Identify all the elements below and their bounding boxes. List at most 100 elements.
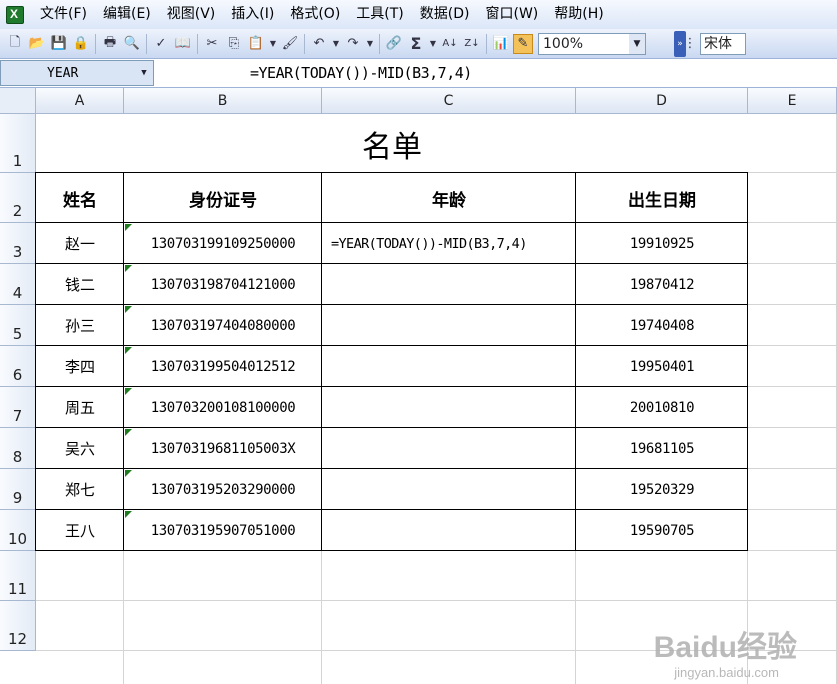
chevron-down-icon[interactable]: ▼ [629, 33, 645, 54]
name-cell[interactable]: 郑七 [36, 469, 124, 510]
menu-edit[interactable]: 编辑(E) [95, 0, 159, 29]
research-icon[interactable]: 📖 [173, 34, 193, 54]
hyperlink-icon[interactable]: 🔗 [384, 34, 404, 54]
menu-help[interactable]: 帮助(H) [546, 0, 611, 29]
formula-bar: YEAR ▼ =YEAR(TODAY())-MID(B3,7,4) [0, 59, 837, 88]
menu-file[interactable]: 文件(F) [32, 0, 95, 29]
save-icon[interactable]: 💾 [49, 34, 69, 54]
open-icon[interactable]: 📂 [27, 34, 47, 54]
menu-data[interactable]: 数据(D) [412, 0, 478, 29]
age-header[interactable]: 年龄 [322, 173, 576, 223]
id-number-cell[interactable]: 130703200108100000 [124, 387, 322, 428]
id-number-cell[interactable]: 130703199109250000 [124, 223, 322, 264]
column-header-b[interactable]: B [124, 88, 322, 114]
new-icon[interactable]: 🗋 [5, 34, 25, 54]
menu-tools[interactable]: 工具(T) [348, 0, 411, 29]
column-header-c[interactable]: C [322, 88, 576, 114]
id-number-cell[interactable]: 130703197404080000 [124, 305, 322, 346]
row-header-11[interactable]: 11 [0, 551, 36, 601]
select-all-corner[interactable] [0, 88, 36, 114]
birth-date-cell[interactable]: 20010810 [576, 387, 748, 428]
paste-dropdown-icon[interactable]: ▼ [268, 34, 278, 54]
format-painter-icon[interactable]: 🖌 [280, 34, 300, 54]
name-cell[interactable]: 李四 [36, 346, 124, 387]
column-header-a[interactable]: A [36, 88, 124, 114]
name-header[interactable]: 姓名 [36, 173, 124, 223]
birth-date-cell[interactable]: 19681105 [576, 428, 748, 469]
sort-ascending-icon[interactable]: A↓ [440, 34, 460, 54]
age-cell[interactable] [322, 387, 576, 428]
chart-wizard-icon[interactable]: 📊 [491, 34, 511, 54]
id-number-cell[interactable]: 130703195203290000 [124, 469, 322, 510]
age-cell[interactable] [322, 428, 576, 469]
row-header-5[interactable]: 5 [0, 305, 36, 346]
row-header-7[interactable]: 7 [0, 387, 36, 428]
autosum-dropdown-icon[interactable]: ▼ [428, 34, 438, 54]
id-number-cell[interactable]: 130703195907051000 [124, 510, 322, 551]
excel-app-icon[interactable] [6, 5, 24, 24]
autosum-icon[interactable]: Σ [406, 34, 426, 54]
row-header-6[interactable]: 6 [0, 346, 36, 387]
name-cell[interactable]: 钱二 [36, 264, 124, 305]
text-number-indicator [125, 306, 132, 313]
name-cell[interactable]: 吴六 [36, 428, 124, 469]
row-header-2[interactable]: 2 [0, 173, 36, 223]
age-cell[interactable] [322, 305, 576, 346]
name-cell[interactable]: 赵一 [36, 223, 124, 264]
row-header-1[interactable]: 1 [0, 114, 36, 173]
redo-icon[interactable]: ↷ [343, 34, 363, 54]
paste-icon[interactable]: 📋 [246, 34, 266, 54]
undo-dropdown-icon[interactable]: ▼ [331, 34, 341, 54]
row-header-3[interactable]: 3 [0, 223, 36, 264]
id-number-cell[interactable]: 13070319681105003X [124, 428, 322, 469]
birth-date-cell[interactable]: 19590705 [576, 510, 748, 551]
age-cell[interactable] [322, 264, 576, 305]
birth-date-cell[interactable]: 19950401 [576, 346, 748, 387]
menu-insert[interactable]: 插入(I) [223, 0, 282, 29]
birth-date-cell[interactable]: 19520329 [576, 469, 748, 510]
row-header-12[interactable]: 12 [0, 601, 36, 651]
age-cell[interactable] [322, 346, 576, 387]
menu-window[interactable]: 窗口(W) [478, 0, 547, 29]
birth-date-cell[interactable]: 19910925 [576, 223, 748, 264]
name-cell[interactable]: 周五 [36, 387, 124, 428]
age-cell[interactable] [322, 510, 576, 551]
table-border [35, 345, 748, 346]
spelling-icon[interactable]: ✓ [151, 34, 171, 54]
birth-date-cell[interactable]: 19740408 [576, 305, 748, 346]
id-number-cell[interactable]: 130703199504012512 [124, 346, 322, 387]
chevron-down-icon[interactable]: ▼ [135, 61, 153, 85]
menu-view[interactable]: 视图(V) [159, 0, 224, 29]
cut-icon[interactable]: ✂ [202, 34, 222, 54]
name-box[interactable]: YEAR ▼ [0, 60, 154, 86]
row-header-9[interactable]: 9 [0, 469, 36, 510]
birth-header[interactable]: 出生日期 [576, 173, 748, 223]
formula-input[interactable]: =YEAR(TODAY())-MID(B3,7,4) [250, 64, 472, 82]
row-header-10[interactable]: 10 [0, 510, 36, 551]
sheet-title[interactable]: 名单 [36, 114, 748, 173]
redo-dropdown-icon[interactable]: ▼ [365, 34, 375, 54]
row-header-8[interactable]: 8 [0, 428, 36, 469]
font-name-select[interactable]: 宋体 [700, 32, 746, 55]
zoom-value: 100% [543, 35, 584, 52]
id-number-cell[interactable]: 130703198704121000 [124, 264, 322, 305]
undo-icon[interactable]: ↶ [309, 34, 329, 54]
sort-descending-icon[interactable]: Z↓ [462, 34, 482, 54]
column-header-e[interactable]: E [748, 88, 837, 114]
name-cell[interactable]: 孙三 [36, 305, 124, 346]
age-cell[interactable] [322, 469, 576, 510]
column-header-d[interactable]: D [576, 88, 748, 114]
print-icon[interactable]: 🖶 [100, 34, 120, 54]
permission-icon[interactable]: 🔒 [71, 34, 91, 54]
drawing-icon[interactable]: ✎ [513, 33, 533, 54]
print-preview-icon[interactable]: 🔍 [122, 34, 142, 54]
row-header-4[interactable]: 4 [0, 264, 36, 305]
copy-icon[interactable]: ⎘ [224, 34, 244, 54]
name-cell[interactable]: 王八 [36, 510, 124, 551]
id-header[interactable]: 身份证号 [124, 173, 322, 223]
worksheet-grid[interactable]: ABCDE 1 2 3 4 5 6 7 8 9 10 11 12 名单 姓名 身份证号 年龄 出生日期 赵一 13… [0, 88, 837, 684]
menu-format[interactable]: 格式(O) [282, 0, 348, 29]
birth-date-cell[interactable]: 19870412 [576, 264, 748, 305]
zoom-select[interactable]: 100% ▼ [538, 32, 646, 55]
age-cell[interactable]: =YEAR(TODAY())-MID(B3,7,4) [322, 223, 576, 264]
